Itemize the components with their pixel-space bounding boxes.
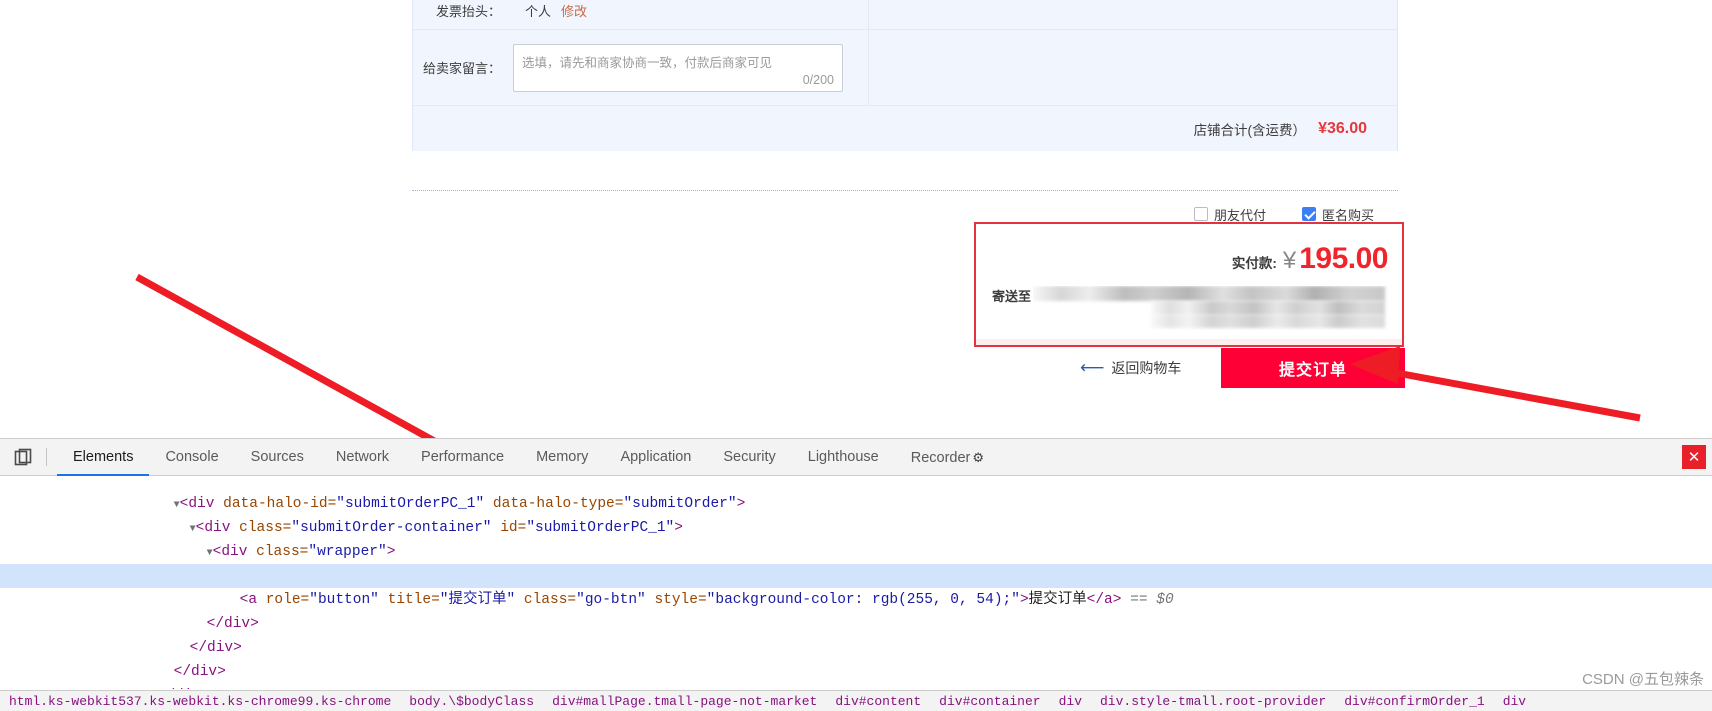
- go-back-label: 返回购物车: [1111, 360, 1182, 376]
- dom-line[interactable]: </div>: [0, 636, 1712, 680]
- shipping-address-redacted: [1033, 286, 1393, 330]
- tab-security[interactable]: Security: [707, 439, 791, 476]
- redaction-strip: [1033, 286, 1386, 301]
- currency-symbol: ¥: [1282, 247, 1297, 274]
- breadcrumb-item[interactable]: div#mallPage.tmall-page-not-market: [543, 694, 826, 709]
- invoice-row: 发票抬头： 个人 修改: [413, 0, 1397, 30]
- shop-total-row: 店铺合计(含运费） ¥36.00: [413, 106, 1397, 151]
- devtools-tablist: Elements Console Sources Network Perform…: [57, 439, 1000, 476]
- dom-breadcrumb: html.ks-webkit537.ks-webkit.ks-chrome99.…: [0, 690, 1712, 711]
- tab-sources[interactable]: Sources: [235, 439, 320, 476]
- friend-pay-label: 朋友代付: [1213, 207, 1266, 223]
- friend-pay-checkbox[interactable]: [1193, 207, 1208, 221]
- submit-order-button[interactable]: 提交订单: [1221, 348, 1405, 388]
- friend-pay-checkbox-group[interactable]: 朋友代付: [1193, 205, 1266, 224]
- tab-application[interactable]: Application: [604, 439, 707, 476]
- shipping-address-label: 寄送至: [992, 289, 1032, 304]
- csdn-watermark: CSDN @五包辣条: [1582, 671, 1704, 688]
- dom-close-tag: </div>: [158, 688, 210, 689]
- tab-recorder[interactable]: Recorder ⚙: [895, 439, 1000, 476]
- dom-line[interactable]: </div>: [0, 588, 1712, 632]
- tab-network[interactable]: Network: [320, 439, 405, 476]
- invoice-label: 发票抬头：: [435, 4, 501, 19]
- dom-line[interactable]: ▼<div class="submitOrder-container" id="…: [0, 492, 1712, 536]
- pay-amount-line: 实付款: ¥ 195.00: [1231, 242, 1389, 276]
- order-actions: ⟵ 返回购物车 提交订单: [1080, 348, 1405, 388]
- invoice-value: 个人: [525, 4, 552, 19]
- redaction-strip: [1151, 315, 1386, 328]
- devtools-toolbar: Elements Console Sources Network Perform…: [0, 439, 1712, 476]
- tab-performance[interactable]: Performance: [405, 439, 520, 476]
- tab-recorder-label: Recorder: [910, 449, 971, 466]
- seller-message-row: 给卖家留言： 选填，请先和商家协商一致，付款后商家可见 0/200: [413, 30, 1397, 106]
- page-root: 发票抬头： 个人 修改 给卖家留言： 选填，请先和商家协商一致，付款后商家可见 …: [0, 0, 1712, 711]
- flask-icon: ⚙: [972, 449, 985, 465]
- breadcrumb-item[interactable]: div.style-tmall.root-provider: [1091, 694, 1335, 709]
- breadcrumb-item[interactable]: div#container: [930, 694, 1049, 709]
- dock-panel-icon[interactable]: [10, 444, 36, 470]
- breadcrumb-item[interactable]: div#content: [826, 694, 930, 709]
- redaction-strip: [1151, 301, 1386, 315]
- seller-message-label: 给卖家留言：: [422, 61, 501, 76]
- devtools-panel: Elements Console Sources Network Perform…: [0, 438, 1712, 711]
- tab-lighthouse[interactable]: Lighthouse: [792, 439, 895, 476]
- seller-message-input[interactable]: 选填，请先和商家协商一致，付款后商家可见 0/200: [513, 43, 843, 92]
- shipping-address-line: 寄送至: [992, 286, 1404, 330]
- tab-memory[interactable]: Memory: [520, 439, 604, 476]
- anonymous-buy-checkbox[interactable]: [1301, 207, 1316, 221]
- tab-elements[interactable]: Elements: [57, 439, 149, 476]
- pay-box-footer-glow: [976, 339, 1402, 345]
- breadcrumb-item[interactable]: div: [1494, 694, 1535, 709]
- breadcrumb-item[interactable]: body.\$bodyClass: [400, 694, 543, 709]
- dom-line[interactable]: ▶<a class="go-back" target="_self" role=…: [0, 540, 1712, 584]
- panel-divider: [868, 0, 869, 106]
- pay-amount-label: 实付款:: [1231, 256, 1277, 271]
- toolbar-divider: [46, 448, 47, 466]
- dom-line[interactable]: ▼<div data-halo-id="submitOrderPC_1" dat…: [0, 476, 1712, 512]
- dom-line[interactable]: ▼<div class="wrapper">: [0, 516, 1712, 560]
- back-arrow-icon: ⟵: [1080, 358, 1105, 377]
- invoice-edit-link[interactable]: 修改: [561, 1, 587, 20]
- taobao-checkout-area: 发票抬头： 个人 修改 给卖家留言： 选填，请先和商家协商一致，付款后商家可见 …: [0, 0, 1712, 438]
- breadcrumb-item[interactable]: div: [1050, 694, 1091, 709]
- anonymous-buy-label: 匿名购买: [1321, 207, 1374, 223]
- breadcrumb-item[interactable]: html.ks-webkit537.ks-webkit.ks-chrome99.…: [0, 694, 400, 709]
- dom-tree: ▼<div data-halo-id="submitOrderPC_1" dat…: [0, 476, 1712, 689]
- dotted-separator: [412, 190, 1398, 191]
- tab-console[interactable]: Console: [149, 439, 234, 476]
- go-back-to-cart-link[interactable]: ⟵ 返回购物车: [1080, 348, 1181, 388]
- breadcrumb-item[interactable]: div#confirmOrder_1: [1335, 694, 1493, 709]
- anonymous-buy-checkbox-group[interactable]: 匿名购买: [1301, 205, 1374, 224]
- dom-line[interactable]: </div>: [0, 660, 1712, 689]
- dom-line-selected[interactable]: <a role="button" title="提交订单" class="go-…: [0, 564, 1712, 608]
- pay-summary-box: 实付款: ¥ 195.00 寄送至: [974, 222, 1404, 347]
- shop-total-amount: ¥36.00: [1318, 119, 1367, 137]
- shop-total-label: 店铺合计(含运费）: [1193, 122, 1307, 138]
- close-devtools-button[interactable]: ✕: [1682, 445, 1706, 469]
- dom-line[interactable]: </div>: [0, 612, 1712, 656]
- order-panel: 发票抬头： 个人 修改 给卖家留言： 选填，请先和商家协商一致，付款后商家可见 …: [412, 0, 1398, 151]
- seller-message-counter: 0/200: [802, 72, 834, 87]
- pay-amount-value: 195.00: [1299, 242, 1388, 275]
- seller-message-placeholder: 选填，请先和商家协商一致，付款后商家可见: [522, 55, 773, 70]
